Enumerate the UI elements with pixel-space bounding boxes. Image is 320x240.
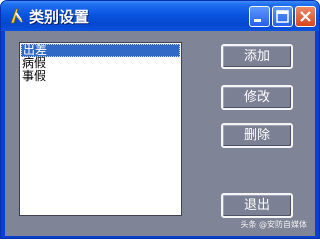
window-title: 类别设置 <box>29 8 90 26</box>
title-bar[interactable]: 类别设置 <box>1 1 319 31</box>
maximize-button[interactable] <box>272 6 293 27</box>
edit-button[interactable]: 修改 <box>221 85 293 110</box>
add-button[interactable]: 添加 <box>221 44 293 69</box>
minimize-icon <box>254 19 261 22</box>
list-item[interactable]: 事假 <box>20 70 181 83</box>
exit-button[interactable]: 退出 <box>221 193 293 218</box>
close-button[interactable] <box>295 6 316 27</box>
app-window: 类别设置 出差 病假 事假 添加 修改 删除 退出 头条 @安防自媒体 <box>0 0 320 239</box>
minimize-button[interactable] <box>249 6 270 27</box>
category-listbox[interactable]: 出差 病假 事假 <box>19 42 182 216</box>
maximize-icon <box>276 10 289 23</box>
dialog-body: 出差 病假 事假 添加 修改 删除 退出 头条 @安防自媒体 <box>5 31 315 236</box>
close-icon <box>300 11 311 22</box>
watermark-text: 头条 @安防自媒体 <box>240 220 307 229</box>
delete-button[interactable]: 删除 <box>221 123 293 148</box>
pen-icon <box>7 7 25 25</box>
